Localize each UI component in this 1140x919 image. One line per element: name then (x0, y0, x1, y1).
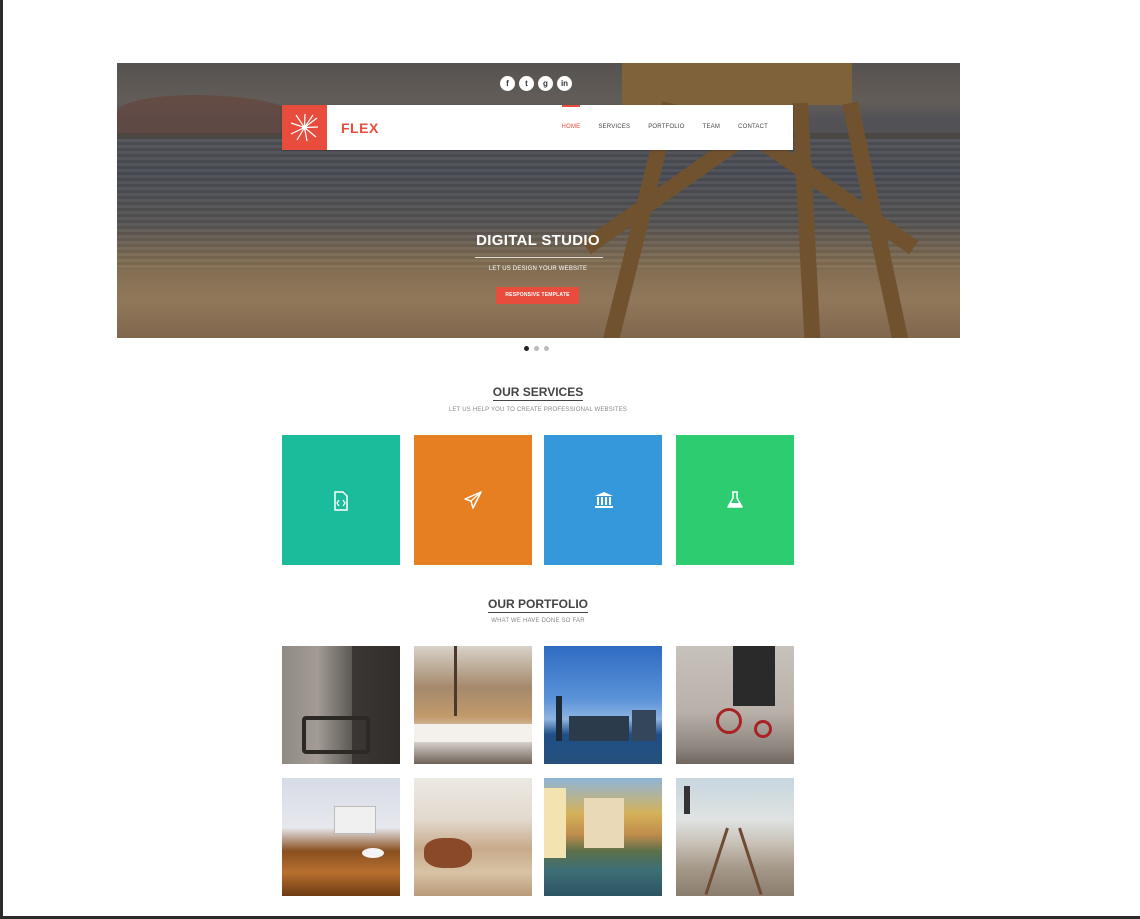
window-left-border (0, 0, 3, 919)
portfolio-street-bicycle[interactable] (282, 646, 400, 764)
social-links: f t g in (500, 76, 572, 91)
slider-dot[interactable] (544, 346, 549, 351)
portfolio-railway-tracks[interactable] (676, 778, 794, 896)
googleplus-icon[interactable]: g (538, 76, 553, 91)
navbar: FLEX HOME SERVICES PORTFOLIO TEAM CONTAC… (282, 105, 793, 150)
portfolio-boats[interactable] (414, 646, 532, 764)
service-card-bank[interactable] (544, 435, 662, 565)
portfolio-subtitle: WHAT WE HAVE DONE SO FAR (491, 618, 585, 624)
logo[interactable] (282, 105, 327, 150)
paper-plane-icon (464, 491, 482, 509)
responsive-template-button[interactable]: RESPONSIVE TEMPLATE (496, 287, 579, 304)
service-card-send[interactable] (414, 435, 532, 565)
bank-icon (595, 492, 613, 508)
flask-icon (727, 491, 743, 508)
slider-dots (524, 346, 549, 351)
hero-subtitle: LET US DESIGN YOUR WEBSITE (488, 266, 588, 272)
main-nav: HOME SERVICES PORTFOLIO TEAM CONTACT (553, 105, 777, 150)
starburst-logo-icon (290, 113, 319, 142)
nav-team[interactable]: TEAM (694, 105, 729, 150)
portfolio-desk-laptop[interactable] (282, 778, 400, 896)
services-title: OUR SERVICES (492, 385, 584, 401)
portfolio-city-skyline[interactable] (544, 646, 662, 764)
code-file-icon (334, 491, 348, 511)
portfolio-highland-cow[interactable] (414, 778, 532, 896)
hero-divider (475, 257, 603, 258)
service-card-lab[interactable] (676, 435, 794, 565)
nav-portfolio[interactable]: PORTFOLIO (639, 105, 693, 150)
nav-contact[interactable]: CONTACT (729, 105, 777, 150)
linkedin-icon[interactable]: in (557, 76, 572, 91)
portfolio-red-tricycle[interactable] (676, 646, 794, 764)
slider-dot[interactable] (534, 346, 539, 351)
portfolio-canal-houses[interactable] (544, 778, 662, 896)
portfolio-title: OUR PORTFOLIO (488, 597, 588, 613)
twitter-icon[interactable]: t (519, 76, 534, 91)
brand-name[interactable]: FLEX (341, 120, 379, 136)
facebook-icon[interactable]: f (500, 76, 515, 91)
nav-services[interactable]: SERVICES (589, 105, 639, 150)
nav-home[interactable]: HOME (553, 105, 590, 150)
slider-dot[interactable] (524, 346, 529, 351)
service-card-code[interactable] (282, 435, 400, 565)
services-subtitle: LET US HELP YOU TO CREATE PROFESSIONAL W… (448, 407, 628, 413)
hero-title: DIGITAL STUDIO (476, 232, 600, 249)
